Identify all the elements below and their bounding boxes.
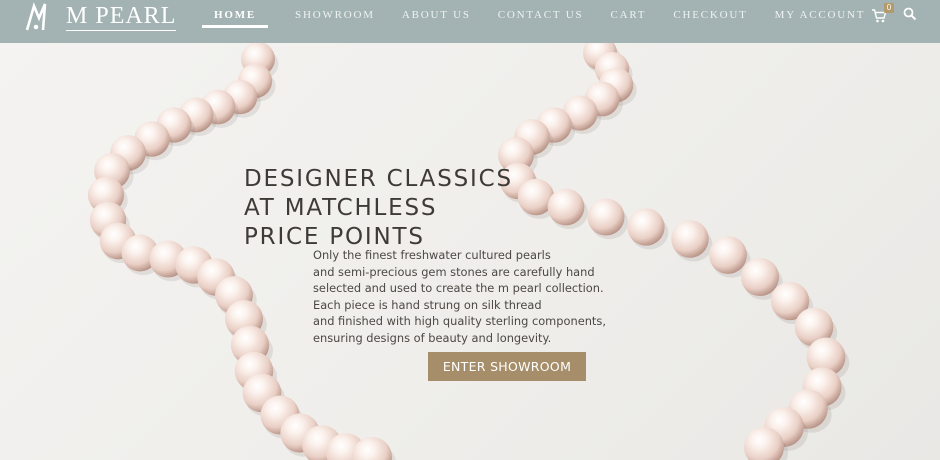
nav-my-account[interactable]: MY ACCOUNT — [775, 9, 866, 21]
description-line: ensuring designs of beauty and longevity… — [313, 330, 552, 345]
nav-cart[interactable]: CART — [610, 9, 646, 21]
cart-button[interactable]: 0 — [871, 3, 894, 23]
nav-checkout[interactable]: CHECKOUT — [673, 9, 747, 21]
description-line: Each piece is hand strung on silk thread — [313, 297, 542, 312]
nav-showroom[interactable]: SHOWROOM — [295, 9, 375, 21]
nav-home[interactable]: HOME — [202, 9, 269, 28]
hero-headline: DESIGNER CLASSICS AT MATCHLESS PRICE POI… — [244, 165, 513, 252]
logo-mark-icon — [25, 2, 47, 31]
hero-section: DESIGNER CLASSICS AT MATCHLESS PRICE POI… — [0, 43, 940, 460]
logo[interactable]: M PEARL — [24, 0, 177, 34]
description-line: Only the finest freshwater cultured pear… — [313, 248, 551, 262]
search-icon[interactable] — [903, 7, 917, 21]
site-header: M PEARL HOME SHOWROOM ABOUT US CONTACT U… — [0, 0, 940, 43]
hero-description: Only the finest freshwater cultured pear… — [313, 247, 633, 347]
description-line: and finished with high quality sterling … — [313, 314, 606, 329]
headline-line: DESIGNER CLASSICS — [244, 166, 513, 192]
nav-about-us[interactable]: ABOUT US — [402, 9, 471, 21]
description-line: selected and used to create the m pearl … — [313, 281, 604, 296]
cart-count-badge: 0 — [884, 3, 894, 13]
headline-line: AT MATCHLESS — [244, 195, 438, 221]
main-nav: HOME SHOWROOM ABOUT US CONTACT US CART C… — [200, 0, 892, 30]
description-line: and semi-precious gem stones are careful… — [313, 264, 595, 279]
enter-showroom-button[interactable]: ENTER SHOWROOM — [428, 352, 586, 381]
nav-contact-us[interactable]: CONTACT US — [498, 9, 584, 21]
brand-name: M PEARL — [66, 2, 177, 31]
